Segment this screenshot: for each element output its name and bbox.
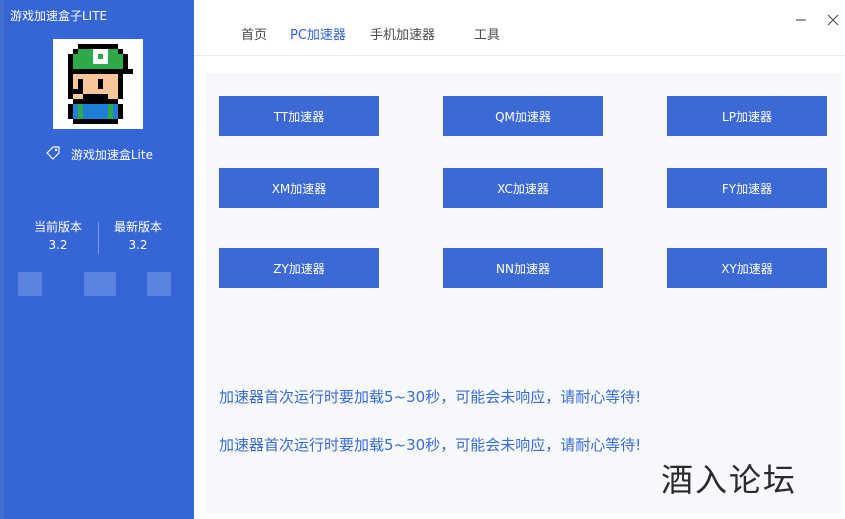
top-nav: 首页 PC加速器 手机加速器 工具 [194, 0, 845, 56]
avatar-pixel-mario-image [68, 44, 133, 124]
current-version-label: 当前版本 [33, 220, 82, 234]
app-name: 游戏加速盒Lite [70, 148, 153, 162]
lp-accelerator-button[interactable]: LP加速器 [667, 96, 827, 136]
fy-accelerator-button[interactable]: FY加速器 [667, 168, 827, 208]
tab-tools[interactable]: 工具 [474, 24, 500, 43]
sidebar: 游戏加速盒子LITE 游戏加速盒Lite 当前版本 3.2 最新版本 3.2 [4, 0, 194, 519]
main-panel: TT加速器 QM加速器 LP加速器 XM加速器 XC加速器 FY加速器 ZY加速… [205, 73, 841, 513]
app-name-row: 游戏加速盒Lite [4, 145, 194, 164]
latest-version: 最新版本 3.2 [98, 218, 178, 254]
sidebar-button-1[interactable] [18, 272, 42, 296]
current-version-value: 3.2 [48, 238, 68, 252]
app-title: 游戏加速盒子LITE [10, 9, 108, 23]
minimize-icon[interactable] [794, 12, 808, 26]
xy-accelerator-button[interactable]: XY加速器 [667, 248, 827, 288]
current-version: 当前版本 3.2 [18, 218, 98, 254]
loading-notice-2: 加速器首次运行时要加载5~30秒，可能会未响应，请耐心等待! [219, 436, 642, 454]
latest-version-label: 最新版本 [113, 220, 162, 234]
zy-accelerator-button[interactable]: ZY加速器 [219, 248, 379, 288]
xm-accelerator-button[interactable]: XM加速器 [219, 168, 379, 208]
sidebar-button-3[interactable] [147, 272, 171, 296]
xc-accelerator-button[interactable]: XC加速器 [443, 168, 603, 208]
loading-notice-1: 加速器首次运行时要加载5~30秒，可能会未响应，请耐心等待! [219, 388, 642, 406]
tab-home[interactable]: 首页 [241, 24, 267, 43]
sidebar-button-2[interactable] [84, 272, 116, 296]
tag-icon [45, 145, 61, 164]
close-icon[interactable] [826, 12, 840, 26]
forum-watermark: 酒入论坛 [661, 461, 798, 499]
avatar [53, 39, 143, 129]
version-info: 当前版本 3.2 最新版本 3.2 [4, 218, 194, 258]
latest-version-value: 3.2 [128, 238, 148, 252]
qm-accelerator-button[interactable]: QM加速器 [443, 96, 603, 136]
tab-pc-accelerator[interactable]: PC加速器 [290, 24, 346, 43]
tab-mobile-accelerator[interactable]: 手机加速器 [370, 24, 435, 43]
nn-accelerator-button[interactable]: NN加速器 [443, 248, 603, 288]
tt-accelerator-button[interactable]: TT加速器 [219, 96, 379, 136]
